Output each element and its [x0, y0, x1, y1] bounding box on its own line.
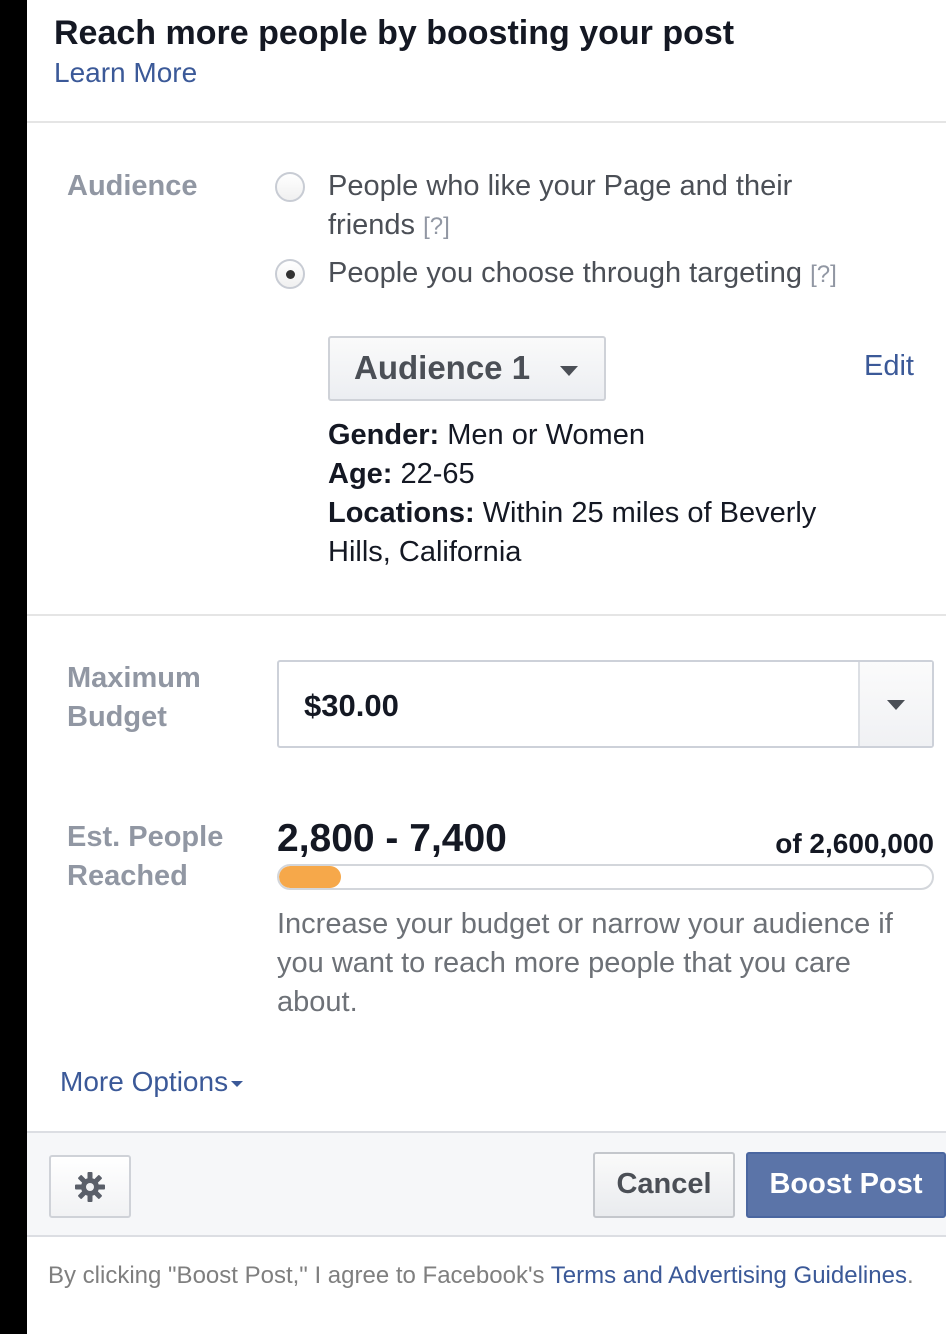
- reach-progress-fill: [279, 866, 342, 888]
- radio-targeting[interactable]: [275, 259, 305, 289]
- reach-progress-bar: [277, 864, 934, 890]
- budget-value: $30.00: [304, 688, 399, 723]
- terms-link[interactable]: Terms and Advertising Guidelines: [551, 1262, 907, 1289]
- more-options-link[interactable]: More Options: [60, 1066, 244, 1098]
- dialog-footer: Cancel Boost Post: [27, 1131, 946, 1237]
- locations-key: Locations:: [328, 497, 475, 529]
- option-targeting-line1: People you choose through targeting: [328, 257, 803, 289]
- reach-total: of 2,600,000: [775, 828, 934, 859]
- locations-value-line2: Hills, California: [328, 536, 522, 568]
- option-page-fans-line2: friends: [328, 209, 416, 241]
- dialog-title: Reach more people by boosting your post: [54, 14, 735, 52]
- age-detail: Age: 22-65: [328, 455, 475, 494]
- option-targeting-label[interactable]: People you choose through targeting [?]: [328, 254, 837, 294]
- budget-select[interactable]: $30.00: [277, 660, 934, 748]
- legal-prefix: By clicking "Boost Post," I agree to Fac…: [48, 1262, 551, 1289]
- gender-key: Gender:: [328, 419, 440, 451]
- chevron-down-icon: [231, 1080, 244, 1087]
- learn-more-link[interactable]: Learn More: [54, 57, 197, 89]
- edit-audience-link[interactable]: Edit: [864, 350, 914, 383]
- budget-dropdown-button[interactable]: [858, 662, 932, 746]
- option-page-fans-line1: People who like your Page and their: [328, 170, 793, 202]
- audience-select-value: Audience 1: [354, 349, 531, 386]
- boost-post-dialog: Reach more people by boosting your post …: [27, 0, 946, 1334]
- budget-label: Maximum Budget: [67, 659, 201, 737]
- chevron-down-icon: [887, 700, 905, 710]
- radio-page-fans[interactable]: [275, 172, 305, 202]
- age-value: 22-65: [400, 458, 475, 490]
- reach-range: 2,800 - 7,400: [277, 817, 507, 860]
- gear-icon: [75, 1172, 105, 1202]
- gender-value: Men or Women: [447, 419, 645, 451]
- age-key: Age:: [328, 458, 393, 490]
- settings-button[interactable]: [49, 1155, 131, 1218]
- budget-label-line2: Budget: [67, 701, 167, 733]
- locations-detail: Locations: Within 25 miles of Beverly Hi…: [328, 494, 928, 572]
- reach-label: Est. People Reached: [67, 818, 223, 896]
- cancel-button[interactable]: Cancel: [593, 1152, 735, 1218]
- locations-value-line1: Within 25 miles of Beverly: [482, 497, 817, 529]
- budget-label-line1: Maximum: [67, 662, 201, 694]
- option-page-fans-label[interactable]: People who like your Page and their frie…: [328, 167, 928, 246]
- boost-post-button[interactable]: Boost Post: [746, 1152, 946, 1218]
- reach-hint: Increase your budget or narrow your audi…: [277, 908, 893, 1018]
- reach-label-line1: Est. People: [67, 821, 224, 853]
- legal-suffix: .: [906, 1262, 914, 1289]
- dialog-header: Reach more people by boosting your post …: [27, 0, 946, 123]
- help-icon[interactable]: [?]: [810, 261, 837, 288]
- section-divider: [27, 614, 946, 616]
- chevron-down-icon: [560, 366, 578, 376]
- legal-text: By clicking "Boost Post," I agree to Fac…: [48, 1256, 928, 1295]
- more-options-label: More Options: [60, 1066, 229, 1097]
- gender-detail: Gender: Men or Women: [328, 416, 645, 455]
- audience-select[interactable]: Audience 1: [328, 336, 606, 401]
- audience-label: Audience: [67, 170, 198, 202]
- reach-label-line2: Reached: [67, 860, 188, 892]
- help-icon[interactable]: [?]: [423, 213, 450, 240]
